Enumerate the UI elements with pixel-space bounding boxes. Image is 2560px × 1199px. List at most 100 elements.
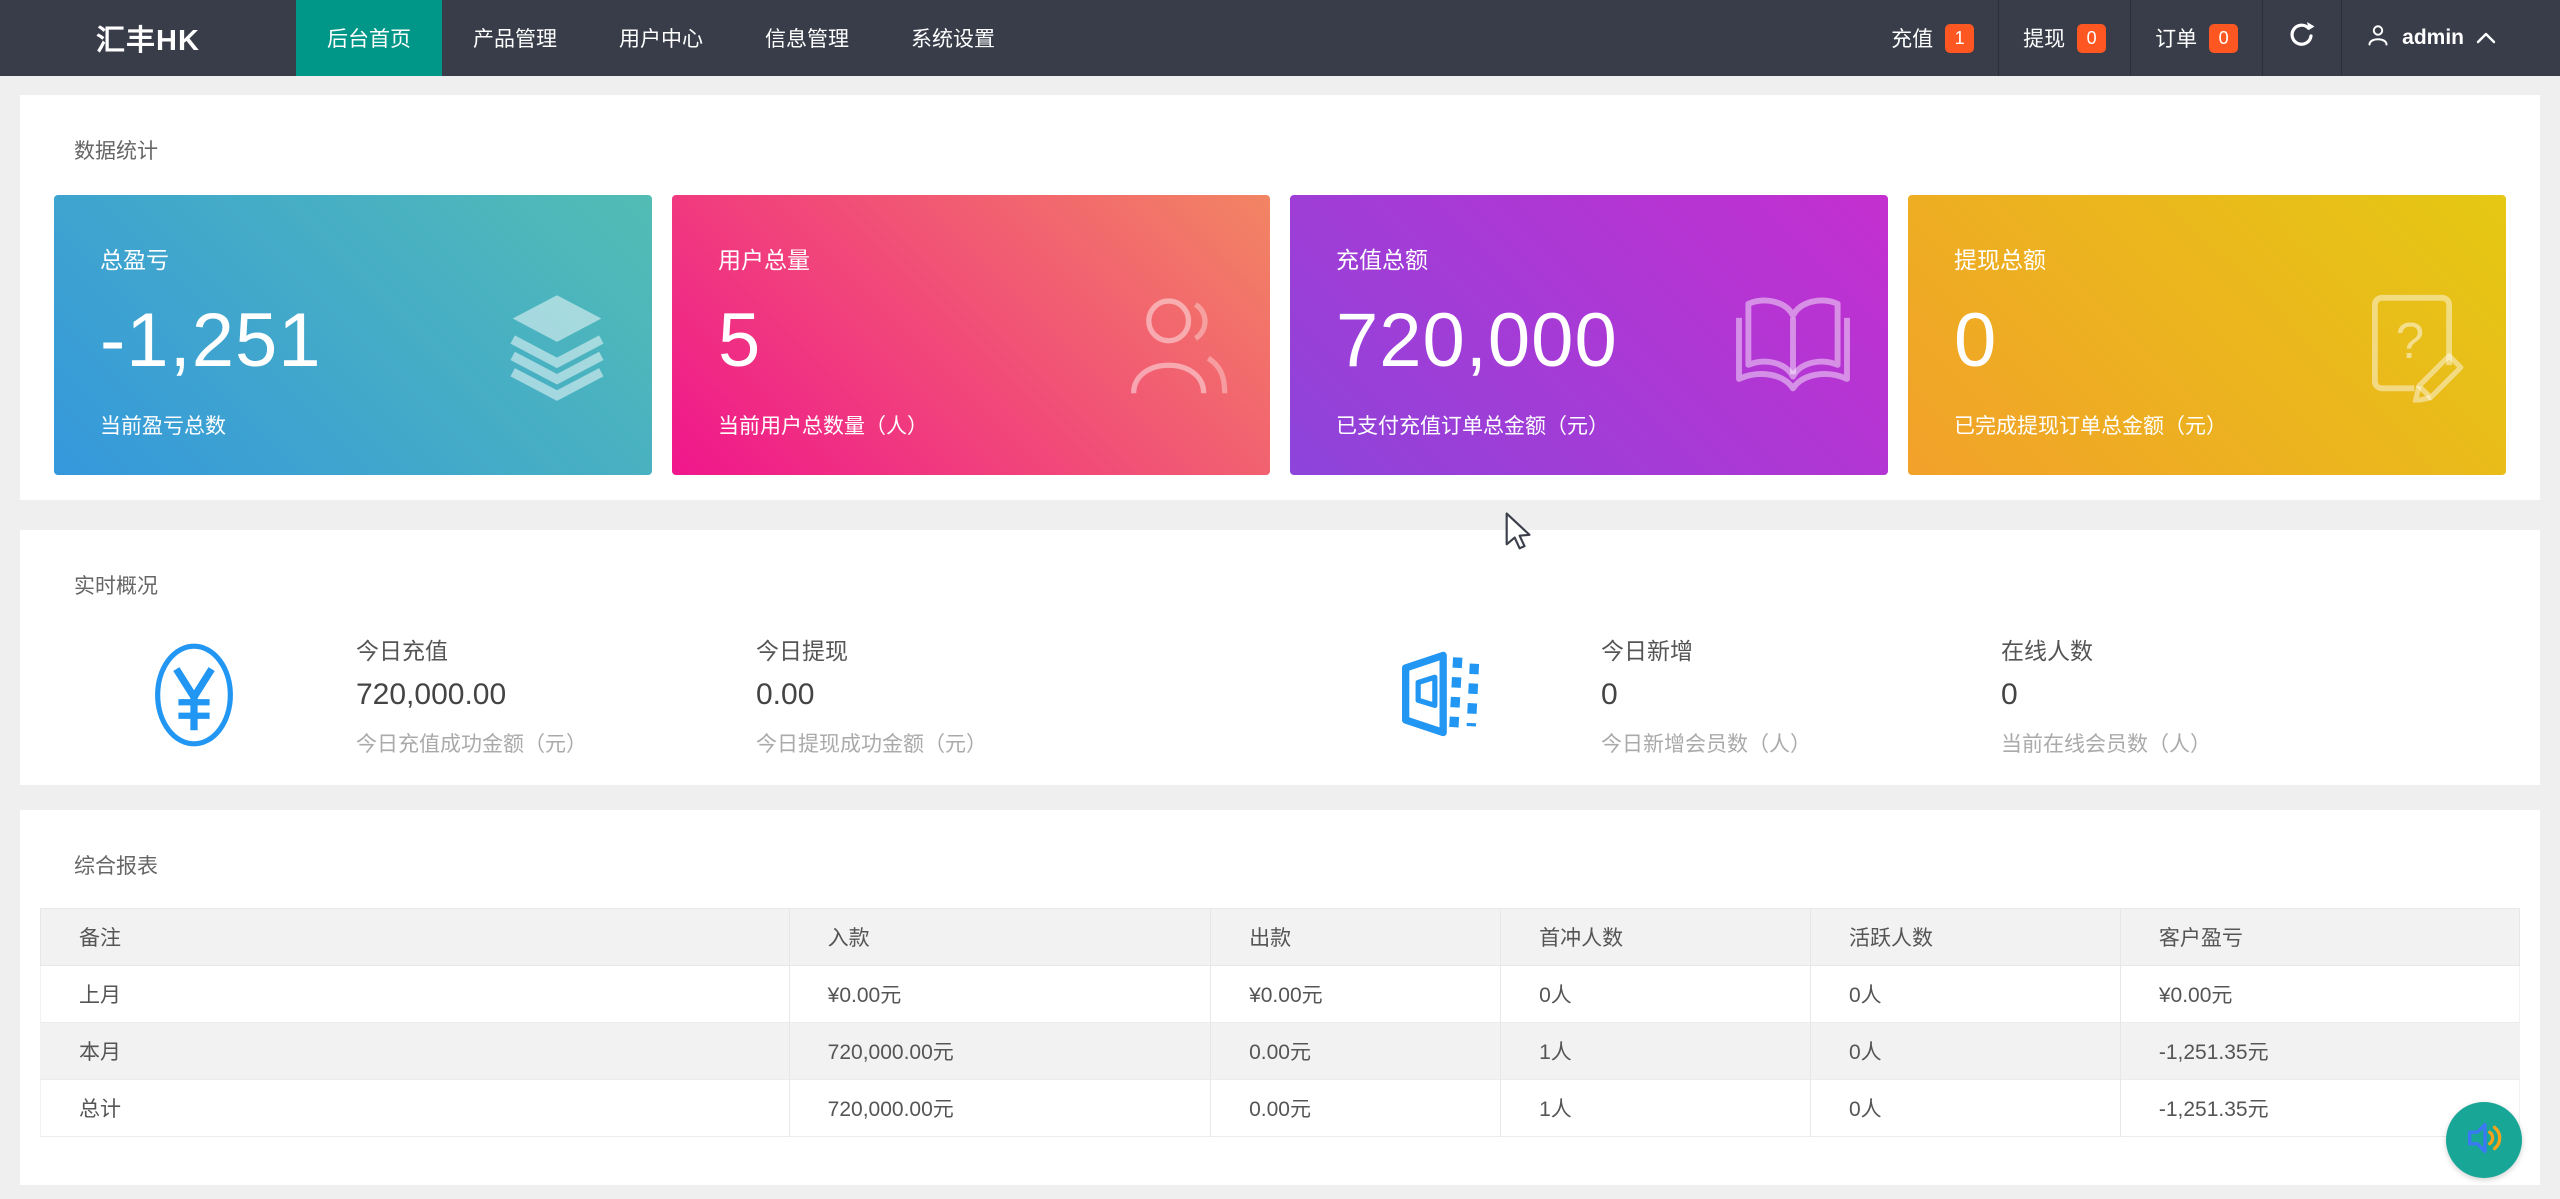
stat-label: 今日新增 xyxy=(1601,632,1959,666)
recharge-notice-label: 充值 xyxy=(1891,23,1933,53)
card-desc: 已完成提现订单总金额（元） xyxy=(1954,410,2460,440)
cell-active: 0人 xyxy=(1810,966,2120,1023)
card-label: 充值总额 xyxy=(1336,241,1842,275)
stat-today-new-members: 今日新增 0 今日新增会员数（人） xyxy=(1559,632,1959,758)
card-label: 提现总额 xyxy=(1954,241,2460,275)
stat-desc: 当前在线会员数（人） xyxy=(2001,728,2486,758)
nav-tab-info[interactable]: 信息管理 xyxy=(734,0,880,76)
report-table: 备注 入款 出款 首冲人数 活跃人数 客户盈亏 上月 ¥0.00元 ¥0.00元… xyxy=(40,908,2520,1137)
card-label: 总盈亏 xyxy=(100,241,606,275)
top-navbar: 汇丰HK 后台首页 产品管理 用户中心 信息管理 系统设置 充值 1 提现 0 … xyxy=(0,0,2560,76)
brand-logo: 汇丰HK xyxy=(0,0,296,76)
cell-first: 0人 xyxy=(1501,966,1811,1023)
stat-label: 今日提现 xyxy=(756,632,1319,666)
col-header-active: 活跃人数 xyxy=(1810,909,2120,966)
building-icon xyxy=(1319,645,1559,745)
speaker-icon xyxy=(2461,1115,2507,1166)
report-row-last-month: 上月 ¥0.00元 ¥0.00元 0人 0人 ¥0.00元 xyxy=(41,966,2520,1023)
svg-text:?: ? xyxy=(2396,312,2424,369)
report-header-row: 备注 入款 出款 首冲人数 活跃人数 客户盈亏 xyxy=(41,909,2520,966)
withdraw-count-badge: 0 xyxy=(2077,24,2106,53)
card-total-recharge: 充值总额 720,000 已支付充值订单总金额（元） xyxy=(1290,195,1888,475)
cell-remark: 上月 xyxy=(41,966,790,1023)
stat-value: 0 xyxy=(2001,678,2486,712)
cell-outflow: ¥0.00元 xyxy=(1211,966,1501,1023)
refresh-button[interactable] xyxy=(2262,0,2341,76)
order-count-badge: 0 xyxy=(2209,24,2238,53)
report-panel: 综合报表 备注 入款 出款 首冲人数 活跃人数 客户盈亏 上月 ¥0.00元 ¥… xyxy=(20,810,2540,1185)
nav-tab-products[interactable]: 产品管理 xyxy=(442,0,588,76)
stats-panel-title: 数据统计 xyxy=(20,95,2540,165)
card-desc: 已支付充值订单总金额（元） xyxy=(1336,410,1842,440)
col-header-inflow: 入款 xyxy=(789,909,1210,966)
cell-profit: ¥0.00元 xyxy=(2120,966,2519,1023)
report-row-this-month: 本月 720,000.00元 0.00元 1人 0人 -1,251.35元 xyxy=(41,1023,2520,1080)
stat-desc: 今日提现成功金额（元） xyxy=(756,728,1319,758)
realtime-panel: 实时概况 今日充值 720,000.00 今日充值成功金额（元） 今日提现 0.… xyxy=(20,530,2540,785)
page: { "navbar": { "logo": "汇丰HK", "menu": [ … xyxy=(0,0,2560,1199)
stat-online-members: 在线人数 0 当前在线会员数（人） xyxy=(1959,632,2486,758)
stat-desc: 今日充值成功金额（元） xyxy=(356,728,714,758)
cell-first: 1人 xyxy=(1501,1080,1811,1137)
cell-profit: -1,251.35元 xyxy=(2120,1023,2519,1080)
user-menu-button[interactable]: admin xyxy=(2341,0,2520,76)
cell-outflow: 0.00元 xyxy=(1211,1023,1501,1080)
cell-remark: 总计 xyxy=(41,1080,790,1137)
refresh-icon xyxy=(2287,20,2317,56)
nav-tab-home[interactable]: 后台首页 xyxy=(296,0,442,76)
stat-label: 在线人数 xyxy=(2001,632,2486,666)
cell-active: 0人 xyxy=(1810,1080,2120,1137)
layers-icon xyxy=(498,291,616,408)
recharge-count-badge: 1 xyxy=(1945,24,1974,53)
cell-active: 0人 xyxy=(1810,1023,2120,1080)
withdraw-notice-label: 提现 xyxy=(2023,23,2065,53)
withdraw-notice-button[interactable]: 提现 0 xyxy=(1998,0,2130,76)
stat-desc: 今日新增会员数（人） xyxy=(1601,728,1959,758)
card-total-profit: 总盈亏 -1,251 当前盈亏总数 xyxy=(54,195,652,475)
card-desc: 当前用户总数量（人） xyxy=(718,410,1224,440)
nav-tab-label: 用户中心 xyxy=(619,23,703,53)
nav-tab-label: 产品管理 xyxy=(473,23,557,53)
card-total-withdraw: 提现总额 0 已完成提现订单总金额（元） ? xyxy=(1908,195,2506,475)
recharge-notice-button[interactable]: 充值 1 xyxy=(1867,0,1998,76)
cell-outflow: 0.00元 xyxy=(1211,1080,1501,1137)
stat-today-withdraw: 今日提现 0.00 今日提现成功金额（元） xyxy=(714,632,1319,758)
col-header-profit: 客户盈亏 xyxy=(2120,909,2519,966)
report-panel-title: 综合报表 xyxy=(20,810,2540,880)
stat-value: 0 xyxy=(1601,678,1959,712)
stat-label: 今日充值 xyxy=(356,632,714,666)
nav-tab-settings[interactable]: 系统设置 xyxy=(880,0,1026,76)
order-notice-button[interactable]: 订单 0 xyxy=(2130,0,2262,76)
cell-inflow: 720,000.00元 xyxy=(789,1023,1210,1080)
nav-tab-label: 系统设置 xyxy=(911,23,995,53)
cell-remark: 本月 xyxy=(41,1023,790,1080)
report-row-total: 总计 720,000.00元 0.00元 1人 0人 -1,251.35元 xyxy=(41,1080,2520,1137)
stat-value: 0.00 xyxy=(756,678,1319,712)
main-menu: 后台首页 产品管理 用户中心 信息管理 系统设置 xyxy=(296,0,1026,76)
cell-inflow: ¥0.00元 xyxy=(789,966,1210,1023)
order-notice-label: 订单 xyxy=(2155,23,2197,53)
stat-today-recharge: 今日充值 720,000.00 今日充值成功金额（元） xyxy=(314,632,714,758)
navbar-right: 充值 1 提现 0 订单 0 a xyxy=(1867,0,2520,76)
user-icon xyxy=(2366,23,2390,53)
card-desc: 当前盈亏总数 xyxy=(100,410,606,440)
realtime-panel-title: 实时概况 xyxy=(20,530,2540,600)
col-header-first-dep: 首冲人数 xyxy=(1501,909,1811,966)
doc-edit-icon: ? xyxy=(2354,291,2470,408)
cell-inflow: 720,000.00元 xyxy=(789,1080,1210,1137)
realtime-stats-row: 今日充值 720,000.00 今日充值成功金额（元） 今日提现 0.00 今日… xyxy=(74,632,2486,758)
user-silhouette-icon xyxy=(1122,291,1234,408)
yen-circle-icon xyxy=(74,641,314,749)
stats-panel: 数据统计 总盈亏 -1,251 当前盈亏总数 用户总量 5 当前用户总数量（人） xyxy=(20,95,2540,500)
username-label: admin xyxy=(2402,26,2464,50)
sound-fab-button[interactable] xyxy=(2446,1102,2522,1178)
nav-tab-label: 后台首页 xyxy=(327,23,411,53)
chevron-up-icon xyxy=(2476,26,2496,50)
book-icon xyxy=(1734,292,1852,405)
nav-tab-label: 信息管理 xyxy=(765,23,849,53)
col-header-outflow: 出款 xyxy=(1211,909,1501,966)
stat-cards: 总盈亏 -1,251 当前盈亏总数 用户总量 5 当前用户总数量（人） xyxy=(54,195,2506,475)
stat-value: 720,000.00 xyxy=(356,678,714,712)
nav-tab-users[interactable]: 用户中心 xyxy=(588,0,734,76)
card-total-users: 用户总量 5 当前用户总数量（人） xyxy=(672,195,1270,475)
